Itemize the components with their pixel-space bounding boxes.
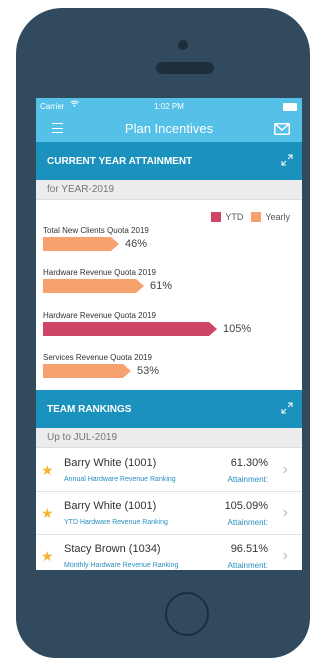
ranking-row[interactable]: ★ Barry White (1001) YTD Hardware Revenu…: [36, 492, 302, 535]
star-icon: ★: [41, 548, 54, 564]
quota-label: Services Revenue Quota 2019: [43, 353, 152, 362]
front-camera: [178, 40, 188, 50]
earpiece-speaker: [156, 62, 214, 74]
quota-pct-label: 46%: [125, 238, 148, 250]
chart-legend: YTD Yearly: [203, 212, 290, 222]
quota-label: Hardware Revenue Quota 2019: [43, 311, 156, 320]
legend-item-yearly: Yearly: [251, 212, 290, 222]
quota-pct-label: 53%: [137, 365, 160, 377]
ranking-value: 105.09%: [224, 500, 268, 512]
ranking-attainment-label: Attainment:: [227, 518, 268, 527]
legend-swatch-yearly: [251, 212, 262, 222]
ranking-name: Barry White (1001): [64, 457, 157, 469]
mail-icon[interactable]: [274, 122, 290, 135]
ranking-subtitle: YTD Hardware Revenue Ranking: [64, 519, 168, 526]
rankings-header-label: TEAM RANKINGS: [47, 404, 132, 415]
battery-icon: [283, 103, 297, 111]
quota-pct-label: 61%: [150, 280, 173, 292]
ranking-value: 96.51%: [230, 543, 268, 555]
quota-bar: [43, 237, 119, 251]
chevron-right-icon: ›: [282, 547, 288, 564]
rankings-period-label: Up to JUL-2019: [47, 432, 118, 443]
ranking-attainment-label: Attainment:: [227, 561, 268, 570]
ranking-attainment-label: Attainment:: [227, 475, 268, 484]
ranking-name: Barry White (1001): [64, 500, 157, 512]
attainment-section-header: CURRENT YEAR ATTAINMENT: [36, 142, 302, 180]
legend-label-ytd: YTD: [225, 212, 244, 222]
attainment-period-label: for YEAR-2019: [47, 184, 115, 195]
attainment-period-bar: for YEAR-2019: [36, 180, 302, 200]
star-icon: ★: [41, 505, 54, 521]
quota-label: Hardware Revenue Quota 2019: [43, 268, 156, 277]
status-bar: Carrier 1:02 PM: [36, 98, 302, 116]
star-icon: ★: [41, 462, 54, 478]
chevron-right-icon: ›: [282, 504, 288, 521]
rankings-section-header: TEAM RANKINGS: [36, 390, 302, 428]
ranking-name: Stacy Brown (1034): [64, 543, 161, 555]
legend-label-yearly: Yearly: [265, 212, 290, 222]
quota-bar: [43, 364, 131, 378]
rankings-period-bar: Up to JUL-2019: [36, 428, 302, 448]
legend-item-ytd: YTD: [211, 212, 243, 222]
quota-bar: [43, 322, 217, 336]
ranking-subtitle: Annual Hardware Revenue Ranking: [64, 476, 176, 483]
expand-icon[interactable]: [281, 402, 293, 414]
home-button[interactable]: [165, 592, 209, 636]
ranking-row[interactable]: ★ Stacy Brown (1034) Monthly Hardware Re…: [36, 535, 302, 570]
quota-pct-label: 105%: [223, 323, 252, 335]
quota-label: Total New Clients Quota 2019: [43, 226, 149, 235]
status-time: 1:02 PM: [154, 102, 184, 111]
expand-icon[interactable]: [281, 154, 293, 166]
chevron-right-icon: ›: [282, 461, 288, 478]
nav-bar: Plan Incentives: [36, 116, 302, 142]
ranking-value: 61.30%: [230, 457, 268, 469]
ranking-row[interactable]: ★ Barry White (1001) Annual Hardware Rev…: [36, 449, 302, 492]
ranking-subtitle: Monthly Hardware Revenue Ranking: [64, 562, 179, 569]
legend-swatch-ytd: [211, 212, 222, 222]
page-title: Plan Incentives: [124, 121, 214, 136]
app-screen: Carrier 1:02 PM Plan Incentives CURRENT …: [36, 98, 302, 570]
attainment-header-label: CURRENT YEAR ATTAINMENT: [47, 156, 193, 167]
quota-bar: [43, 279, 144, 293]
